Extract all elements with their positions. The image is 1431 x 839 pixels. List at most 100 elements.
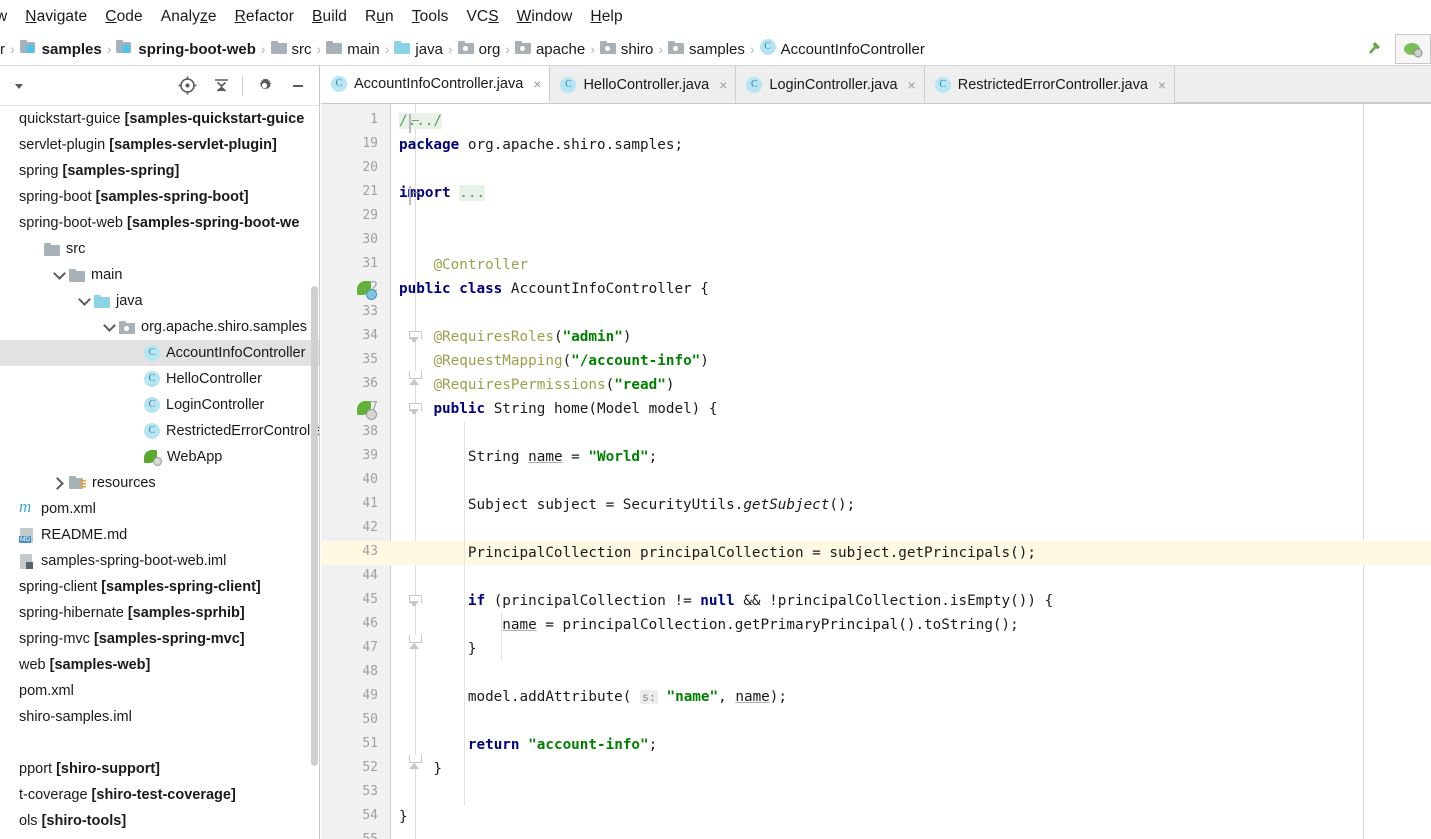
tree-node[interactable]: spring-hibernate [samples-sprhib]	[0, 600, 319, 626]
code-line[interactable]: 33	[321, 301, 1431, 325]
editor-tab[interactable]: RestrictedErrorController.java ×	[924, 66, 1176, 103]
menu-item-vcs[interactable]: VCS	[457, 6, 507, 28]
tree-node[interactable]: spring-boot [samples-spring-boot]	[0, 184, 319, 210]
tree-node[interactable]: spring-mvc [samples-spring-mvc]	[0, 626, 319, 652]
tree-node[interactable]: resources	[0, 470, 319, 496]
tree-node[interactable]: main	[0, 262, 319, 288]
code-line[interactable]: 32public class AccountInfoController {	[321, 277, 1431, 301]
tree-node[interactable]	[0, 730, 319, 756]
code-fold-marker[interactable]	[409, 763, 423, 777]
hide-panel-icon[interactable]	[281, 69, 315, 103]
code-line[interactable]: 55	[321, 829, 1431, 839]
tree-node[interactable]: org.apache.shiro.samples	[0, 314, 319, 340]
spring-bean-gutter-icon[interactable]	[357, 280, 377, 300]
breadcrumb-item-r[interactable]: r	[0, 41, 5, 58]
menu-item-code[interactable]: Code	[96, 6, 151, 28]
breadcrumb-item-org[interactable]: org	[457, 40, 500, 58]
code-line[interactable]: 35 @RequestMapping("/account-info")	[321, 349, 1431, 373]
menu-item-build[interactable]: Build	[303, 6, 356, 28]
tree-node[interactable]: src	[0, 236, 319, 262]
menu-item-run[interactable]: Run	[356, 6, 403, 28]
code-line[interactable]: 20	[321, 157, 1431, 181]
expand-toggle-icon[interactable]	[50, 266, 68, 280]
code-line[interactable]: 39 String name = "World";	[321, 445, 1431, 469]
code-line[interactable]: 42	[321, 517, 1431, 541]
expand-toggle-icon[interactable]	[75, 292, 93, 306]
tree-node[interactable]: pom.xml	[0, 678, 319, 704]
run-configuration-icon[interactable]	[1395, 34, 1431, 64]
code-fold-marker[interactable]	[409, 331, 423, 345]
code-line[interactable]: 44	[321, 565, 1431, 589]
code-line[interactable]: 48	[321, 661, 1431, 685]
settings-gear-icon[interactable]	[247, 69, 281, 103]
code-line[interactable]: 47 }	[321, 637, 1431, 661]
spring-bean-gutter-icon[interactable]	[357, 400, 377, 420]
close-icon[interactable]: ×	[533, 76, 541, 92]
tree-node[interactable]: quickstart-guice [samples-quickstart-gui…	[0, 106, 319, 132]
menu-item-navigate[interactable]: Navigate	[16, 6, 96, 28]
editor-tab[interactable]: LoginController.java ×	[736, 66, 925, 103]
menu-item-w[interactable]: w	[0, 6, 16, 28]
menu-item-help[interactable]: Help	[581, 6, 631, 28]
code-fold-marker[interactable]	[409, 186, 423, 205]
close-icon[interactable]: ×	[1158, 77, 1166, 93]
close-icon[interactable]: ×	[908, 77, 916, 93]
collapse-all-icon[interactable]	[204, 69, 238, 103]
breadcrumb-item-apache[interactable]: apache	[514, 40, 585, 58]
tree-node[interactable]: RestrictedErrorController	[0, 418, 319, 444]
tree-node[interactable]: shiro-samples.iml	[0, 704, 319, 730]
code-line[interactable]: 46 name = principalCollection.getPrimary…	[321, 613, 1431, 637]
code-line[interactable]: 52 }	[321, 757, 1431, 781]
tree-node[interactable]: WebApp	[0, 444, 319, 470]
code-line[interactable]: 41 Subject subject = SecurityUtils.getSu…	[321, 493, 1431, 517]
tree-node[interactable]: spring [samples-spring]	[0, 158, 319, 184]
code-line[interactable]: 45 if (principalCollection != null && !p…	[321, 589, 1431, 613]
code-line[interactable]: 40	[321, 469, 1431, 493]
code-line[interactable]: 43 PrincipalCollection principalCollecti…	[321, 541, 1431, 565]
tree-node[interactable]: servlet-plugin [samples-servlet-plugin]	[0, 132, 319, 158]
code-line[interactable]: 51 return "account-info";	[321, 733, 1431, 757]
editor-tab[interactable]: HelloController.java ×	[550, 66, 737, 103]
code-fold-marker[interactable]	[409, 403, 423, 417]
code-fold-marker[interactable]	[409, 595, 423, 609]
breadcrumb-item-samples[interactable]: samples	[668, 40, 745, 58]
code-line[interactable]: 19 package org.apache.shiro.samples;	[321, 133, 1431, 157]
breadcrumb-item-accountinfocontroller[interactable]: AccountInfoController	[759, 39, 925, 59]
code-fold-marker[interactable]	[409, 114, 423, 133]
tree-node[interactable]: pport [shiro-support]	[0, 756, 319, 782]
breadcrumb-item-samples[interactable]: samples	[19, 40, 102, 58]
tree-node[interactable]: ols [shiro-tools]	[0, 808, 319, 834]
breadcrumb-item-spring-boot-web[interactable]: spring-boot-web	[116, 40, 256, 58]
code-line[interactable]: 31 @Controller	[321, 253, 1431, 277]
code-line[interactable]: 49 model.addAttribute( s: "name", name);	[321, 685, 1431, 709]
code-line[interactable]: 1/.../	[321, 109, 1431, 133]
code-fold-marker[interactable]	[409, 379, 423, 393]
scroll-from-source-icon[interactable]	[170, 69, 204, 103]
breadcrumb-item-java[interactable]: java	[394, 40, 443, 58]
expand-toggle-icon[interactable]	[50, 476, 68, 490]
code-line[interactable]: 38	[321, 421, 1431, 445]
code-fold-marker[interactable]	[409, 643, 423, 657]
close-icon[interactable]: ×	[719, 77, 727, 93]
editor-tab[interactable]: AccountInfoController.java ×	[321, 66, 551, 103]
tree-node[interactable]: LoginController	[0, 392, 319, 418]
breadcrumb-item-main[interactable]: main	[326, 40, 380, 58]
tree-node[interactable]: spring-client [samples-spring-client]	[0, 574, 319, 600]
code-editor[interactable]: 1/.../ 19 package org.apache.shiro.samples…	[321, 104, 1431, 839]
expand-toggle-icon[interactable]	[100, 318, 118, 332]
tree-node[interactable]: java	[0, 288, 319, 314]
code-line[interactable]: 37 public String home(Model model) {	[321, 397, 1431, 421]
build-hammer-icon[interactable]	[1355, 32, 1395, 66]
code-line[interactable]: 54}	[321, 805, 1431, 829]
code-line[interactable]: 29	[321, 205, 1431, 229]
tree-node[interactable]: pom.xml	[0, 496, 319, 522]
tree-node[interactable]: t-coverage [shiro-test-coverage]	[0, 782, 319, 808]
code-line[interactable]: 36 @RequiresPermissions("read")	[321, 373, 1431, 397]
breadcrumb-item-src[interactable]: src	[270, 40, 312, 58]
menu-item-window[interactable]: Window	[508, 6, 582, 28]
tree-node[interactable]: AccountInfoController	[0, 340, 319, 366]
code-line[interactable]: 30	[321, 229, 1431, 253]
code-line[interactable]: 53	[321, 781, 1431, 805]
code-line[interactable]: 21 import ...	[321, 181, 1431, 205]
tree-node[interactable]: spring-boot-web [samples-spring-boot-we	[0, 210, 319, 236]
